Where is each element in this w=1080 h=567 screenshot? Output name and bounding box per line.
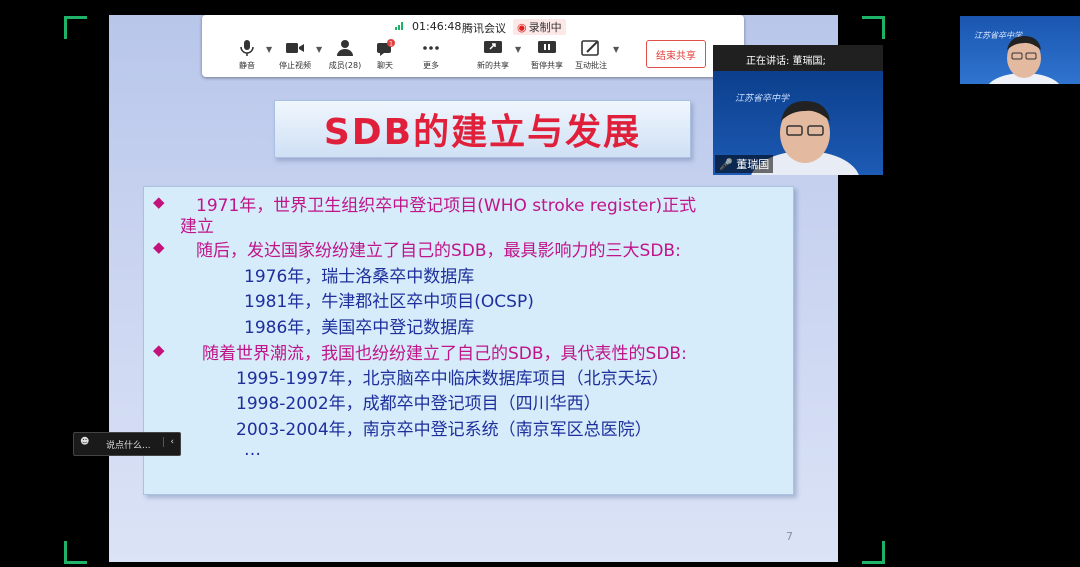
diamond-bullet-icon: ◆ <box>153 341 165 359</box>
microphone-icon <box>240 40 254 56</box>
share-frame-corner <box>862 16 885 39</box>
share-frame-corner <box>862 541 885 564</box>
chat-button[interactable]: 1 聊天 <box>362 39 408 75</box>
sub-item: 1998-2002年，成都卒中登记项目（四川华西） <box>236 394 601 414</box>
more-dots-icon <box>423 46 439 50</box>
svg-text:1: 1 <box>389 41 393 48</box>
meeting-status-bar: 01:46:48 腾讯会议 ◉ 录制中 <box>202 18 744 35</box>
pause-share-button[interactable]: 暂停共享 <box>524 39 570 75</box>
recording-badge[interactable]: ◉ 录制中 <box>513 19 566 35</box>
stop-video-button[interactable]: 停止视频 <box>272 39 318 75</box>
more-button[interactable]: 更多 <box>408 39 454 75</box>
annotate-button[interactable]: 互动批注 <box>568 39 614 75</box>
members-icon <box>337 40 353 56</box>
slide-page-number: 7 <box>786 530 793 543</box>
speaker-person-image <box>989 36 1059 84</box>
bullet-text: 随后，发达国家纷纷建立了自己的SDB，最具影响力的三大SDB: <box>196 241 681 261</box>
emoji-icon[interactable]: ☻ <box>80 437 89 447</box>
sub-item: 1976年，瑞士洛桑卒中数据库 <box>244 267 475 287</box>
record-dot-icon: ◉ <box>517 21 527 34</box>
share-screen-icon <box>484 41 502 53</box>
sub-item: 1981年，牛津郡社区卒中项目(OCSP) <box>244 292 534 312</box>
chat-placeholder: 说点什么... <box>106 441 151 451</box>
diamond-bullet-icon: ◆ <box>153 238 165 256</box>
bullet-text: 1971年，世界卫生组织卒中登记项目(WHO stroke register)正… <box>196 196 697 216</box>
slide-content-box: ◆ 1971年，世界卫生组织卒中登记项目(WHO stroke register… <box>143 186 794 495</box>
new-share-button[interactable]: 新的共享 <box>470 39 516 75</box>
chat-icon: 1 <box>377 39 395 56</box>
speaking-indicator: 正在讲话: 董瑞国; <box>713 45 883 71</box>
video-camera-icon <box>286 43 304 53</box>
slide-title: SDB的建立与发展 <box>323 112 642 153</box>
meeting-toolbar: 01:46:48 腾讯会议 ◉ 录制中 静音 ▼ 停止视频 ▼ 成员(28) 1… <box>202 15 744 77</box>
collapse-chevron-icon[interactable]: ‹ <box>163 437 174 447</box>
sub-item: 1995-1997年，北京脑卒中临床数据库项目（北京天坛） <box>236 369 669 389</box>
share-options-caret[interactable]: ▼ <box>515 45 521 54</box>
slide-title-box: SDB的建立与发展 <box>274 100 691 158</box>
sub-item: 1986年，美国卒中登记数据库 <box>244 318 475 338</box>
share-frame-corner <box>64 541 87 564</box>
annotate-options-caret[interactable]: ▼ <box>613 45 619 54</box>
meeting-timer: 01:46:48 <box>412 20 462 33</box>
sub-item: 2003-2004年，南京卒中登记系统（南京军区总医院） <box>236 420 652 440</box>
pause-icon <box>538 41 556 53</box>
speaker-video[interactable]: 江苏省卒中学 🎤 董瑞国 <box>713 71 883 175</box>
self-video-thumbnail[interactable]: 江苏省卒中学 <box>960 16 1080 84</box>
mute-button[interactable]: 静音 <box>224 39 270 75</box>
signal-icon <box>395 22 405 30</box>
annotate-pen-icon <box>581 40 599 56</box>
bullet-text-continued: 建立 <box>180 217 214 237</box>
sub-item-ellipsis: … <box>244 440 261 460</box>
chat-input[interactable]: ☻ 说点什么... ‹ <box>73 432 181 456</box>
share-frame-corner <box>64 16 87 39</box>
app-name: 腾讯会议 <box>462 22 506 35</box>
end-share-button[interactable]: 结束共享 <box>646 40 706 68</box>
diamond-bullet-icon: ◆ <box>153 193 165 211</box>
bullet-text: 随着世界潮流，我国也纷纷建立了自己的SDB，具代表性的SDB: <box>202 344 687 364</box>
speaker-name-label: 🎤 董瑞国 <box>715 155 774 173</box>
